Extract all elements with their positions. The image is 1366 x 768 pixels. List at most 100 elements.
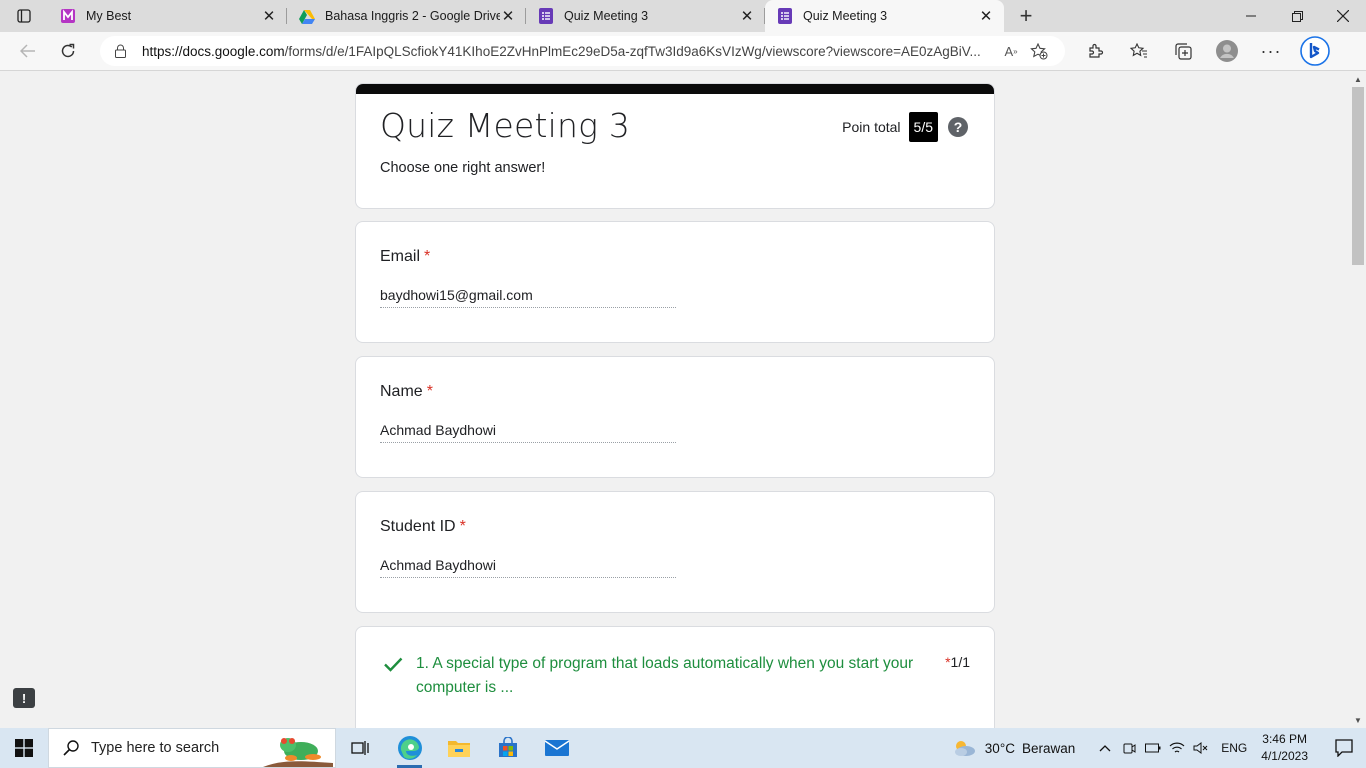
edge-icon [397,736,422,760]
taskbar-clock[interactable]: 3:46 PM 4/1/2023 [1261,731,1308,765]
close-window-button[interactable] [1320,0,1366,32]
tab-title: Quiz Meeting 3 [564,9,649,23]
question-score: *1/1 [945,654,970,670]
minimize-button[interactable] [1228,0,1274,32]
read-aloud-icon[interactable]: A» [997,39,1025,63]
url-domain: https://docs.google.com [142,43,285,59]
tab-google-drive[interactable]: Bahasa Inggris 2 - Google Drive ✕ [287,0,526,32]
back-arrow-icon [20,44,35,58]
more-icon: ··· [1260,40,1282,61]
clock-date: 4/1/2023 [1261,749,1308,763]
show-hidden-icons-chevron-icon[interactable] [1093,728,1117,768]
form-header-card: Quiz Meeting 3 Choose one right answer! … [355,83,995,209]
page-viewport: Quiz Meeting 3 Choose one right answer! … [0,71,1350,728]
vertical-scrollbar[interactable]: ▲ ▼ [1350,71,1366,728]
notification-center-button[interactable] [1322,728,1366,768]
task-view-button[interactable] [336,728,385,768]
mail-icon [544,740,569,756]
address-bar[interactable]: https://docs.google.com/forms/d/e/1FAIpQ… [100,36,1065,66]
question-label: Student ID * [380,518,466,536]
question-score-value: 1/1 [950,654,970,670]
tab-title: Quiz Meeting 3 [803,9,888,23]
bing-chat-button[interactable] [1293,35,1337,67]
tab-actions-button[interactable] [0,0,48,32]
taskbar-search-box[interactable]: Type here to search [48,728,336,768]
plus-icon: + [1019,3,1033,28]
scroll-up-icon[interactable]: ▲ [1354,75,1362,84]
scrollbar-thumb[interactable] [1352,87,1364,265]
browser-tab-bar: My Best ✕ Bahasa Inggris 2 - Google Driv… [0,0,1366,32]
tab-title: My Best [86,9,132,23]
close-tab-icon[interactable]: ✕ [739,8,755,25]
weather-widget[interactable]: 30°C Berawan [951,738,1075,758]
exclamation-icon: ! [21,690,27,706]
email-answer: baydhowi15@gmail.com [380,287,676,308]
favorites-icon [1130,43,1147,58]
google-forms-icon [777,8,793,24]
collections-button[interactable] [1161,35,1205,67]
battery-icon[interactable] [1141,728,1165,768]
taskbar-mail[interactable] [532,728,581,768]
tab-actions-icon [17,9,31,23]
form-accent-bar [356,84,994,94]
my-best-logo-icon [60,8,76,24]
tab-quiz-meeting-3-active[interactable]: Quiz Meeting 3 ✕ [765,0,1004,32]
extensions-button[interactable] [1073,35,1117,67]
scroll-down-icon[interactable]: ▼ [1354,716,1362,725]
tab-my-best[interactable]: My Best ✕ [48,0,287,32]
question-card-name: Name * Achmad Baydhowi [355,356,995,478]
system-tray: 30°C Berawan ENG 3:46 PM 4/1/2023 [951,728,1366,768]
taskbar-store[interactable] [483,728,532,768]
question-label-text: Student ID [380,518,456,535]
question-label: Email * [380,248,430,266]
report-feedback-button[interactable]: ! [13,688,35,708]
form-description: Choose one right answer! [380,160,546,176]
help-icon[interactable]: ? [948,117,968,137]
taskbar-file-explorer[interactable] [434,728,483,768]
lock-icon [112,43,128,59]
student-id-answer: Achmad Baydhowi [380,557,676,578]
close-tab-icon[interactable]: ✕ [500,8,516,25]
tab-quiz-meeting-3[interactable]: Quiz Meeting 3 ✕ [526,0,765,32]
restore-button[interactable] [1274,0,1320,32]
minimize-icon [1246,15,1256,17]
refresh-icon [61,43,75,58]
tab-title: Bahasa Inggris 2 - Google Drive [325,9,500,23]
input-language[interactable]: ENG [1221,741,1247,755]
required-asterisk: * [459,518,466,535]
question-label-text: Name [380,383,423,400]
start-button[interactable] [0,728,48,768]
google-forms-icon [538,8,554,24]
new-tab-button[interactable]: + [1010,0,1042,32]
profile-button[interactable] [1205,35,1249,67]
meet-now-icon[interactable] [1117,728,1141,768]
network-icon[interactable] [1165,728,1189,768]
weather-condition: Berawan [1021,740,1076,756]
refresh-button[interactable] [48,35,88,67]
window-controls [1228,0,1366,32]
store-icon [498,737,517,757]
name-answer: Achmad Baydhowi [380,422,676,443]
add-favorite-icon[interactable] [1025,39,1053,63]
question-label: Name * [380,383,433,401]
folder-icon [447,741,470,757]
correct-check-icon [384,657,403,672]
taskbar-edge[interactable] [385,728,434,768]
back-button[interactable] [8,35,48,67]
search-icon [63,740,79,756]
close-tab-icon[interactable]: ✕ [978,8,994,25]
collections-icon [1174,42,1192,60]
notification-icon [1335,739,1353,757]
windows-taskbar: Type here to search 30°C Berawan ENG 3:4… [0,728,1366,768]
google-drive-icon [299,8,315,24]
clock-time: 3:46 PM [1262,732,1307,746]
favorites-button[interactable] [1117,35,1161,67]
avatar-icon [1216,40,1238,62]
restore-icon [1291,10,1303,22]
volume-muted-icon[interactable] [1189,728,1213,768]
url-text: https://docs.google.com/forms/d/e/1FAIpQ… [142,44,997,59]
settings-menu-button[interactable]: ··· [1249,35,1293,67]
bing-icon [1300,36,1330,66]
close-tab-icon[interactable]: ✕ [261,8,277,25]
score-label: Poin total [842,119,901,135]
